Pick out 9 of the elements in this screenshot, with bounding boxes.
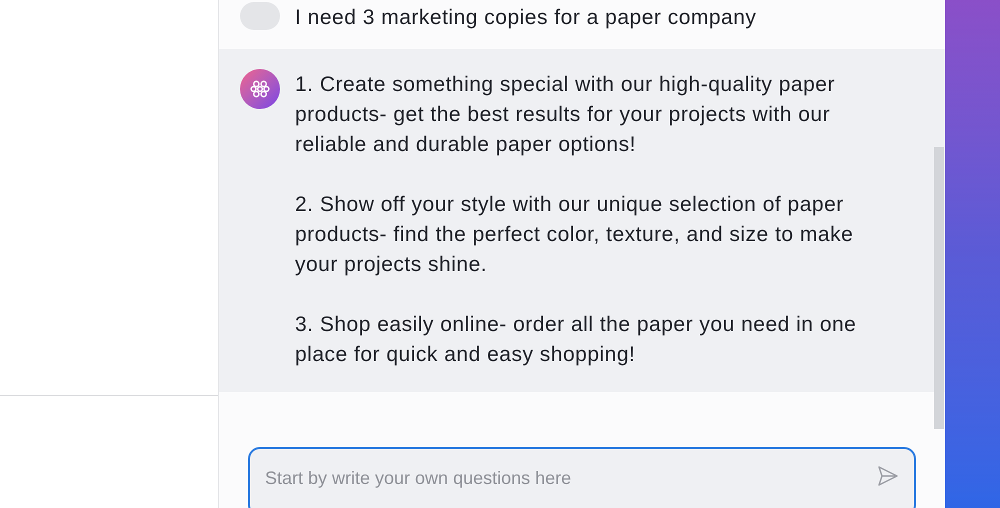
brain-icon bbox=[249, 78, 271, 100]
message-input[interactable]: Start by write your own questions here bbox=[265, 465, 876, 492]
send-button[interactable] bbox=[876, 464, 900, 488]
message-text: 1. Create something special with our high-quality paper products- get the best results for your projects with our reliable and durable paper options! bbox=[295, 72, 836, 158]
message-text: 3. Shop easily online- order all the paper you need in one place for quick and easy shopping! bbox=[295, 312, 858, 368]
message-field[interactable]: Start by write your own questions here bbox=[248, 447, 916, 508]
message-text: I need 3 marketing copies for a paper company bbox=[295, 5, 756, 31]
send-icon bbox=[876, 464, 900, 488]
message-text: 2. Show off your style with our unique selection of paper products- find the perfect color, texture, and size to make your projects shine. bbox=[295, 192, 854, 278]
